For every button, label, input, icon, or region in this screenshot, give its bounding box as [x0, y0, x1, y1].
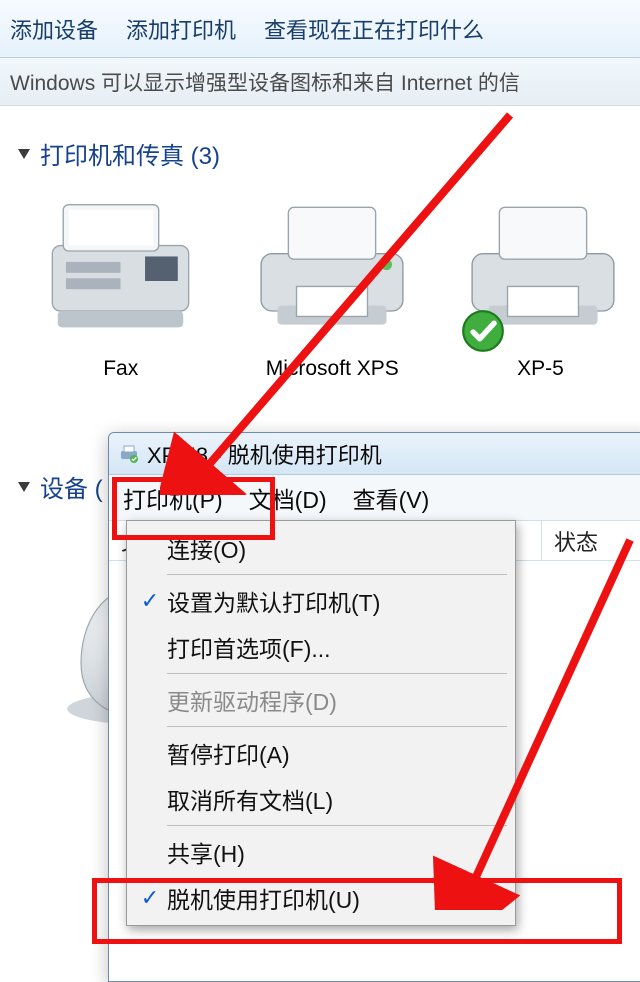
- check-icon: ✓: [133, 885, 167, 911]
- device-ms-xps[interactable]: Microsoft XPS: [242, 181, 424, 381]
- caret-down-icon: [18, 482, 30, 492]
- window-title: XP-58 - 脱机使用打印机: [147, 438, 382, 470]
- toolbar: 添加设备 添加打印机 查看现在正在打印什么: [0, 0, 640, 58]
- info-bar: Windows 可以显示增强型设备图标和来自 Internet 的信: [0, 58, 640, 106]
- col-status[interactable]: 状态: [542, 525, 640, 557]
- fax-icon: [31, 181, 211, 351]
- printer-small-icon: [119, 444, 139, 464]
- add-device-button[interactable]: 添加设备: [10, 13, 98, 45]
- device-label: XP-5: [453, 357, 628, 381]
- caret-down-icon: [18, 149, 30, 159]
- device-fax[interactable]: Fax: [30, 181, 212, 381]
- printer-icon: [453, 181, 633, 351]
- menu-view[interactable]: 查看(V): [353, 481, 430, 515]
- device-label: Microsoft XPS: [242, 357, 424, 381]
- menu-connect[interactable]: 连接(O): [129, 525, 513, 571]
- menu-preferences[interactable]: 打印首选项(F)...: [129, 624, 513, 670]
- device-label: Fax: [30, 357, 212, 381]
- info-text: Windows 可以显示增强型设备图标和来自 Internet 的信: [10, 67, 520, 97]
- section-title: 打印机和传真 (3): [40, 136, 220, 171]
- printer-icon: [242, 181, 422, 351]
- menu-update-driver: 更新驱动程序(D): [129, 677, 513, 723]
- menu-share[interactable]: 共享(H): [129, 829, 513, 875]
- menu-pause[interactable]: 暂停打印(A): [129, 730, 513, 776]
- check-icon: ✓: [133, 588, 167, 614]
- window-title-bar[interactable]: XP-58 - 脱机使用打印机: [109, 433, 640, 475]
- add-printer-button[interactable]: 添加打印机: [126, 13, 236, 45]
- menu-document[interactable]: 文档(D): [249, 481, 327, 515]
- menu-printer[interactable]: 打印机(P): [123, 481, 223, 515]
- checkmark-badge-icon: [461, 309, 505, 353]
- menu-cancel-all[interactable]: 取消所有文档(L): [129, 776, 513, 822]
- view-printing-button[interactable]: 查看现在正在打印什么: [264, 13, 484, 45]
- section-title: 设备 (: [40, 469, 103, 504]
- device-xp58[interactable]: XP-5: [453, 181, 628, 381]
- menu-set-default[interactable]: ✓设置为默认打印机(T): [129, 578, 513, 624]
- printer-menu-dropdown: 连接(O) ✓设置为默认打印机(T) 打印首选项(F)... 更新驱动程序(D)…: [126, 520, 516, 926]
- window-menu-bar: 打印机(P) 文档(D) 查看(V): [109, 475, 640, 521]
- section-printers-header[interactable]: 打印机和传真 (3): [18, 136, 628, 171]
- menu-use-offline[interactable]: ✓脱机使用打印机(U): [129, 875, 513, 921]
